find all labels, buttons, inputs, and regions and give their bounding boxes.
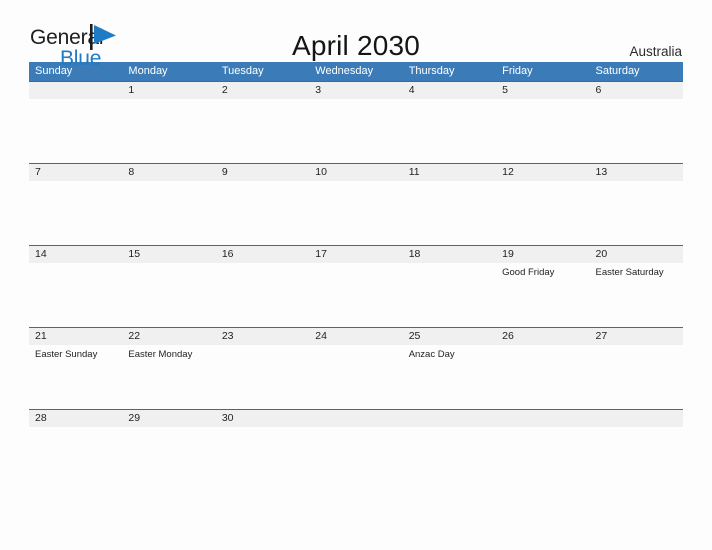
week-event-band xyxy=(29,99,683,163)
day-number[interactable]: 28 xyxy=(29,410,122,427)
day-event[interactable] xyxy=(122,99,215,163)
day-event[interactable] xyxy=(309,181,402,245)
day-number[interactable]: 9 xyxy=(216,164,309,181)
week-row: 7 8 9 10 11 12 13 xyxy=(29,163,683,245)
day-number[interactable]: 5 xyxy=(496,82,589,99)
day-number[interactable]: 23 xyxy=(216,328,309,345)
weekday-header-saturday: Saturday xyxy=(595,65,640,77)
day-number[interactable] xyxy=(309,410,402,427)
day-number[interactable] xyxy=(29,82,122,99)
region-label: Australia xyxy=(629,44,682,59)
day-event[interactable] xyxy=(29,263,122,327)
day-event[interactable] xyxy=(216,181,309,245)
week-row: 1 2 3 4 5 6 xyxy=(29,81,683,163)
day-event[interactable]: Anzac Day xyxy=(403,345,496,409)
day-event[interactable] xyxy=(122,427,215,430)
weekday-header-wednesday: Wednesday xyxy=(315,65,374,77)
day-event[interactable] xyxy=(309,99,402,163)
day-number[interactable]: 22 xyxy=(122,328,215,345)
day-number[interactable]: 27 xyxy=(590,328,683,345)
day-number[interactable]: 18 xyxy=(403,246,496,263)
day-event[interactable]: Good Friday xyxy=(496,263,589,327)
day-event[interactable]: Easter Sunday xyxy=(29,345,122,409)
day-event[interactable] xyxy=(590,181,683,245)
day-event[interactable] xyxy=(496,427,589,430)
day-number[interactable]: 1 xyxy=(122,82,215,99)
day-event[interactable]: Easter Monday xyxy=(122,345,215,409)
week-row: 28 29 30 xyxy=(29,409,683,427)
day-number[interactable]: 10 xyxy=(309,164,402,181)
week-row: 21 22 23 24 25 26 27 Easter Sunday Easte… xyxy=(29,327,683,409)
day-number[interactable]: 6 xyxy=(590,82,683,99)
day-event[interactable] xyxy=(309,427,402,430)
day-number[interactable]: 7 xyxy=(29,164,122,181)
day-event[interactable] xyxy=(29,181,122,245)
day-event[interactable] xyxy=(216,345,309,409)
day-event[interactable] xyxy=(309,263,402,327)
day-event[interactable] xyxy=(403,181,496,245)
week-event-band xyxy=(29,181,683,245)
day-event[interactable] xyxy=(309,345,402,409)
day-number[interactable]: 30 xyxy=(216,410,309,427)
day-event[interactable] xyxy=(216,99,309,163)
day-event[interactable] xyxy=(590,345,683,409)
day-event[interactable] xyxy=(29,427,122,430)
week-event-band: Good Friday Easter Saturday xyxy=(29,263,683,327)
day-number[interactable] xyxy=(590,410,683,427)
day-number[interactable]: 3 xyxy=(309,82,402,99)
week-date-band: 21 22 23 24 25 26 27 xyxy=(29,328,683,345)
day-event[interactable] xyxy=(122,181,215,245)
day-event[interactable] xyxy=(216,263,309,327)
day-number[interactable]: 15 xyxy=(122,246,215,263)
week-date-band: 1 2 3 4 5 6 xyxy=(29,82,683,99)
week-event-band: Easter Sunday Easter Monday Anzac Day xyxy=(29,345,683,409)
day-number[interactable]: 8 xyxy=(122,164,215,181)
calendar-grid: Sunday Monday Tuesday Wednesday Thursday… xyxy=(29,62,683,427)
day-number[interactable] xyxy=(496,410,589,427)
day-number[interactable]: 4 xyxy=(403,82,496,99)
day-event[interactable] xyxy=(590,427,683,430)
day-event[interactable] xyxy=(403,263,496,327)
day-event[interactable] xyxy=(216,427,309,430)
day-event[interactable] xyxy=(403,427,496,430)
day-number[interactable]: 2 xyxy=(216,82,309,99)
day-number[interactable]: 26 xyxy=(496,328,589,345)
day-number[interactable] xyxy=(403,410,496,427)
day-number[interactable]: 12 xyxy=(496,164,589,181)
day-number[interactable]: 16 xyxy=(216,246,309,263)
week-row: 14 15 16 17 18 19 20 Good Friday Easter … xyxy=(29,245,683,327)
day-event[interactable] xyxy=(590,99,683,163)
page-header: General Blue April 2030 Australia xyxy=(0,0,712,69)
week-date-band: 7 8 9 10 11 12 13 xyxy=(29,164,683,181)
day-number[interactable]: 13 xyxy=(590,164,683,181)
weekday-header-thursday: Thursday xyxy=(408,65,455,77)
day-event[interactable] xyxy=(496,99,589,163)
weekday-header-tuesday: Tuesday xyxy=(221,65,264,77)
day-number[interactable]: 11 xyxy=(403,164,496,181)
week-date-band: 14 15 16 17 18 19 20 xyxy=(29,246,683,263)
day-number[interactable]: 20 xyxy=(590,246,683,263)
day-event[interactable]: Easter Saturday xyxy=(590,263,683,327)
day-event[interactable] xyxy=(403,99,496,163)
day-number[interactable]: 29 xyxy=(122,410,215,427)
week-date-band: 28 29 30 xyxy=(29,410,683,427)
day-number[interactable]: 19 xyxy=(496,246,589,263)
day-event[interactable] xyxy=(496,345,589,409)
day-event[interactable] xyxy=(496,181,589,245)
day-event[interactable] xyxy=(29,99,122,163)
page-title: April 2030 xyxy=(291,30,421,61)
day-event[interactable] xyxy=(122,263,215,327)
weekday-header-friday: Friday xyxy=(502,65,533,77)
day-number[interactable]: 24 xyxy=(309,328,402,345)
day-number[interactable]: 25 xyxy=(403,328,496,345)
day-number[interactable]: 17 xyxy=(309,246,402,263)
day-number[interactable]: 14 xyxy=(29,246,122,263)
day-number[interactable]: 21 xyxy=(29,328,122,345)
